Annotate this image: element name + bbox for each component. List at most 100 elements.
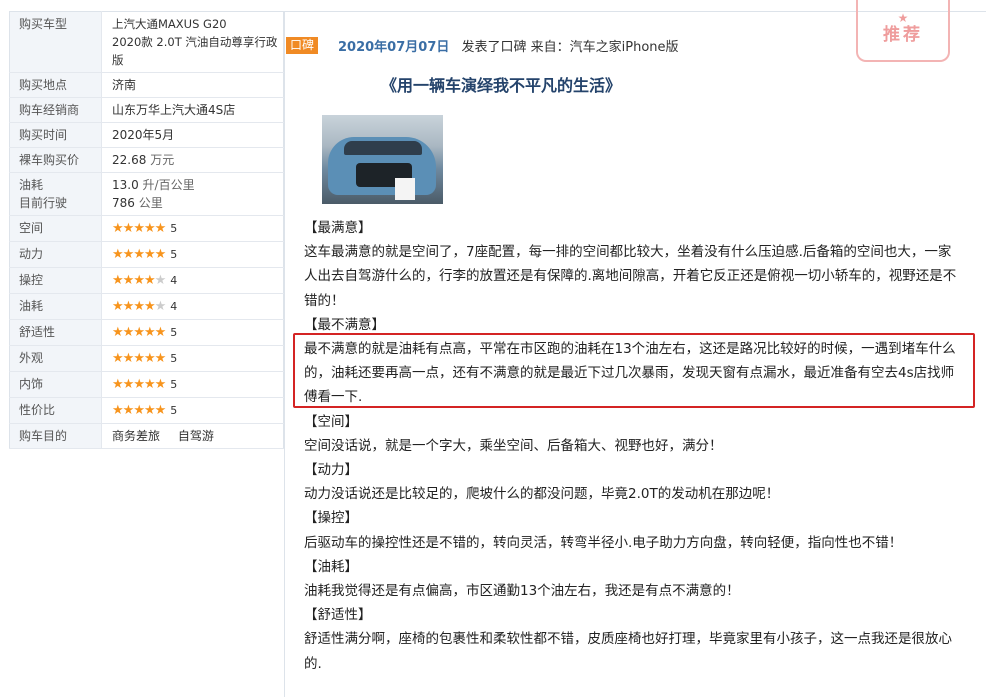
purchase-info-table: 购买车型 上汽大通MAXUS G20 2020款 2.0T 汽油自动尊享行政 版… [9, 11, 284, 449]
location-label: 购买地点 [9, 72, 102, 98]
rating-stars: ★★★★★ [112, 247, 167, 262]
rating-value: ★★★★★ 4 [101, 293, 284, 320]
car-photo[interactable] [322, 115, 443, 204]
star-icon: ★ [133, 221, 145, 236]
rating-row: 舒适性 ★★★★★ 5 [9, 319, 284, 346]
highlight-box [293, 333, 975, 408]
rating-row: 内饰 ★★★★★ 5 [9, 371, 284, 398]
rating-label: 空间 [9, 215, 102, 242]
rating-label: 油耗 [9, 293, 102, 320]
star-icon: ★ [112, 403, 124, 418]
section-text: 空间没话说，就是一个字大，乘坐空间、后备箱大、视野也好，满分！ [304, 437, 723, 454]
star-icon: ★ [143, 273, 156, 288]
star-icon: ★ [143, 221, 156, 236]
fuel-label-1: 油耗 [19, 178, 44, 192]
star-icon: ★ [112, 221, 124, 236]
star-icon: ★ [122, 351, 135, 366]
price-unit: 万元 [150, 153, 175, 167]
fuel-label: 油耗 目前行驶 [9, 172, 102, 216]
mileage-number: 786 [112, 196, 135, 210]
post-source: 发表了口碑 来自：汽车之家iPhone版 [461, 40, 679, 55]
fuel-label-2: 目前行驶 [19, 196, 68, 210]
time-label: 购买时间 [9, 122, 102, 148]
rating-label: 操控 [9, 267, 102, 294]
model-value: 上汽大通MAXUS G20 2020款 2.0T 汽油自动尊享行政 版 [101, 11, 284, 73]
rating-row: 动力 ★★★★★ 5 [9, 241, 284, 268]
rating-value: ★★★★★ 5 [101, 241, 284, 268]
time-value: 2020年5月 [101, 122, 284, 148]
stamp-star-icon: ★ [897, 11, 909, 25]
star-icon: ★ [112, 351, 124, 366]
star-icon: ★ [133, 273, 145, 288]
rating-stars: ★★★★★ [112, 273, 167, 288]
star-icon: ★ [133, 325, 145, 340]
rating-stars: ★★★★★ [112, 299, 167, 314]
model-label: 购买车型 [9, 11, 102, 73]
rating-label: 外观 [9, 345, 102, 372]
star-icon: ★ [154, 221, 167, 236]
rating-value: ★★★★★ 5 [101, 397, 284, 424]
star-empty-icon: ★ [154, 273, 167, 288]
star-icon: ★ [122, 221, 135, 236]
star-icon: ★ [133, 299, 145, 314]
rating-value: ★★★★★ 5 [101, 371, 284, 398]
star-icon: ★ [133, 351, 145, 366]
rating-row: 操控 ★★★★★ 4 [9, 267, 284, 294]
star-icon: ★ [122, 377, 135, 392]
model-line-3[interactable]: 版 [112, 51, 283, 69]
star-empty-icon: ★ [154, 299, 167, 314]
purpose-item: 自驾游 [177, 429, 214, 443]
model-line-1[interactable]: 上汽大通MAXUS G20 [112, 15, 283, 33]
koubei-tag: 口碑 [286, 37, 319, 54]
rating-label: 内饰 [9, 371, 102, 398]
section-text: 油耗我觉得还是有点偏高，市区通勤13个油左右，我还是有点不满意的！ [304, 583, 740, 600]
purpose-item: 商务差旅 [112, 429, 161, 443]
star-icon: ★ [133, 403, 145, 418]
star-icon: ★ [143, 325, 156, 340]
rating-score: 5 [170, 404, 178, 417]
model-line-2[interactable]: 2020款 2.0T 汽油自动尊享行政 [112, 33, 283, 51]
fuel-unit: 升/百公里 [142, 178, 195, 192]
dealer-label: 购车经销商 [9, 97, 102, 123]
car-plate [395, 178, 415, 200]
star-icon: ★ [122, 299, 135, 314]
section-heading: 【操控】 [304, 510, 358, 527]
star-icon: ★ [154, 403, 167, 418]
price-value: 22.68 万元 [101, 147, 284, 173]
star-icon: ★ [112, 377, 124, 392]
fuel-value: 13.0 升/百公里 786 公里 [101, 172, 284, 216]
price-number: 22.68 [112, 153, 147, 167]
post-meta: 2020年07月07日 发表了口碑 来自：汽车之家iPhone版 [338, 36, 679, 55]
mileage-line: 786 公里 [112, 194, 283, 212]
star-icon: ★ [122, 247, 135, 262]
star-icon: ★ [154, 247, 167, 262]
section-text: 后驱动车的操控性还是不错的，转向灵活，转弯半径小.电子助力方向盘，转向轻便，指向… [304, 534, 903, 551]
dealer-value[interactable]: 山东万华上汽大通4S店 [101, 97, 284, 123]
review-title: 《用一辆车演绎我不平凡的生活》 [381, 76, 622, 95]
star-icon: ★ [133, 247, 145, 262]
star-icon: ★ [154, 351, 167, 366]
star-icon: ★ [143, 299, 156, 314]
post-date: 2020年07月07日 [338, 40, 450, 55]
star-icon: ★ [143, 377, 156, 392]
star-icon: ★ [112, 273, 124, 288]
rating-row: 性价比 ★★★★★ 5 [9, 397, 284, 424]
rating-stars: ★★★★★ [112, 377, 166, 392]
star-icon: ★ [122, 325, 135, 340]
rating-score: 4 [170, 300, 178, 313]
section-heading: 【动力】 [304, 462, 358, 479]
fuel-number: 13.0 [112, 178, 139, 192]
section-heading: 【油耗】 [304, 558, 358, 575]
rating-score: 5 [170, 248, 178, 261]
location-value: 济南 [101, 72, 284, 98]
rating-row: 油耗 ★★★★★ 4 [9, 293, 284, 320]
rating-score: 5 [170, 222, 178, 235]
section-heading: 【空间】 [304, 413, 358, 430]
rating-stars: ★★★★★ [112, 351, 167, 366]
rating-label: 舒适性 [9, 319, 102, 346]
purpose-value: 商务差旅 自驾游 [101, 423, 284, 449]
star-icon: ★ [112, 247, 124, 262]
star-icon: ★ [112, 325, 124, 340]
rating-score: 5 [170, 378, 178, 391]
review-content: 【最满意】 这车最满意的就是空间了，7座配置，每一排的空间都比较大，坐着没有什么压… [304, 216, 959, 676]
